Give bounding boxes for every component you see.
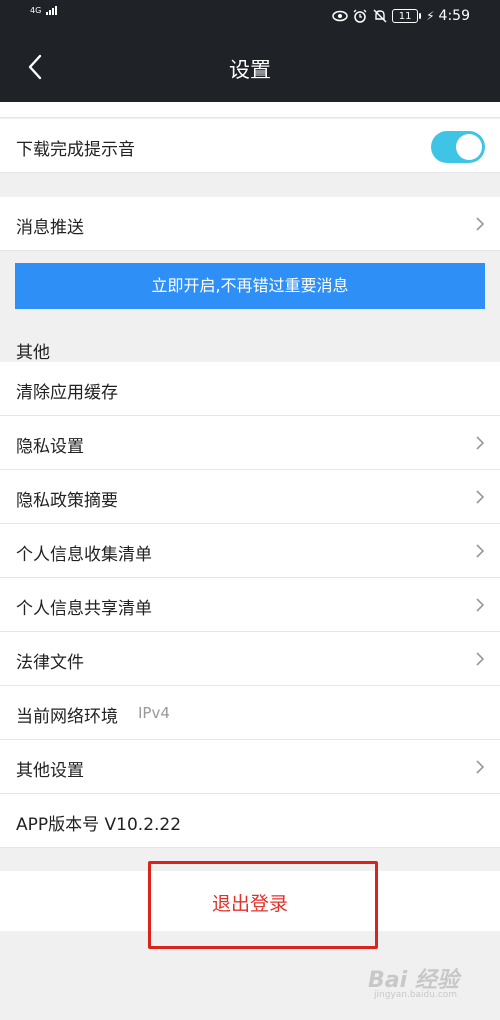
row-label: 隐私政策摘要 (16, 491, 118, 511)
watermark-sub: jingyan.baidu.com (374, 990, 458, 1000)
download-sound-label: 下载完成提示音 (16, 140, 135, 160)
battery-icon: 11 (392, 9, 422, 23)
top-bar: 4G 11 ⚡ 4:59 设置 (0, 0, 500, 102)
status-bar: 4G 11 ⚡ 4:59 (0, 0, 500, 32)
chevron-right-icon (476, 217, 485, 231)
privacy-settings-row[interactable]: 隐私设置 (0, 416, 500, 470)
page-title: 设置 (229, 58, 271, 82)
mute-icon (372, 9, 388, 23)
row-label: 清除应用缓存 (16, 383, 118, 403)
row-label: 其他设置 (16, 761, 84, 781)
download-sound-toggle[interactable] (431, 131, 485, 163)
row-label: APP版本号 V10.2.22 (16, 815, 182, 835)
clock: 4:59 (438, 8, 470, 24)
app-version-row: APP版本号 V10.2.22 (0, 794, 500, 848)
toggle-knob (456, 134, 482, 160)
row-label: 个人信息共享清单 (16, 599, 152, 619)
eye-icon (332, 9, 348, 23)
previous-row-sliver (0, 102, 500, 118)
info-sharing-list-row[interactable]: 个人信息共享清单 (0, 578, 500, 632)
highlight-annotation (148, 861, 378, 949)
chevron-right-icon (476, 760, 485, 774)
row-label: 法律文件 (16, 653, 84, 673)
other-section-title: 其他 (16, 343, 50, 363)
chevron-right-icon (476, 652, 485, 666)
row-label: 当前网络环境 (16, 707, 118, 727)
network-type: 4G (30, 6, 42, 15)
row-label: 隐私设置 (16, 437, 84, 457)
network-environment-row: 当前网络环境 IPv4 (0, 686, 500, 740)
baidu-jingyan-watermark: Bai 经验 jingyan.baidu.com (368, 962, 478, 1006)
network-value: IPv4 (138, 704, 170, 722)
chevron-right-icon (476, 598, 485, 612)
row-label: 个人信息收集清单 (16, 545, 152, 565)
battery-level: 11 (398, 10, 412, 22)
privacy-policy-summary-row[interactable]: 隐私政策摘要 (0, 470, 500, 524)
charging-icon: ⚡ (426, 9, 435, 23)
chevron-right-icon (476, 490, 485, 504)
alarm-icon (352, 9, 368, 23)
other-settings-row[interactable]: 其他设置 (0, 740, 500, 794)
enable-push-banner[interactable]: 立即开启,不再错过重要消息 (15, 263, 485, 309)
chevron-right-icon (476, 544, 485, 558)
push-notification-label: 消息推送 (16, 218, 84, 238)
clear-cache-row[interactable]: 清除应用缓存 (0, 362, 500, 416)
push-notification-row[interactable]: 消息推送 (0, 197, 500, 251)
chevron-right-icon (476, 436, 485, 450)
download-sound-row: 下载完成提示音 (0, 119, 500, 173)
info-collection-list-row[interactable]: 个人信息收集清单 (0, 524, 500, 578)
legal-documents-row[interactable]: 法律文件 (0, 632, 500, 686)
status-icons: 11 ⚡ 4:59 (332, 8, 470, 24)
signal-bars-icon (45, 6, 58, 15)
signal-indicator: 4G (30, 6, 58, 15)
